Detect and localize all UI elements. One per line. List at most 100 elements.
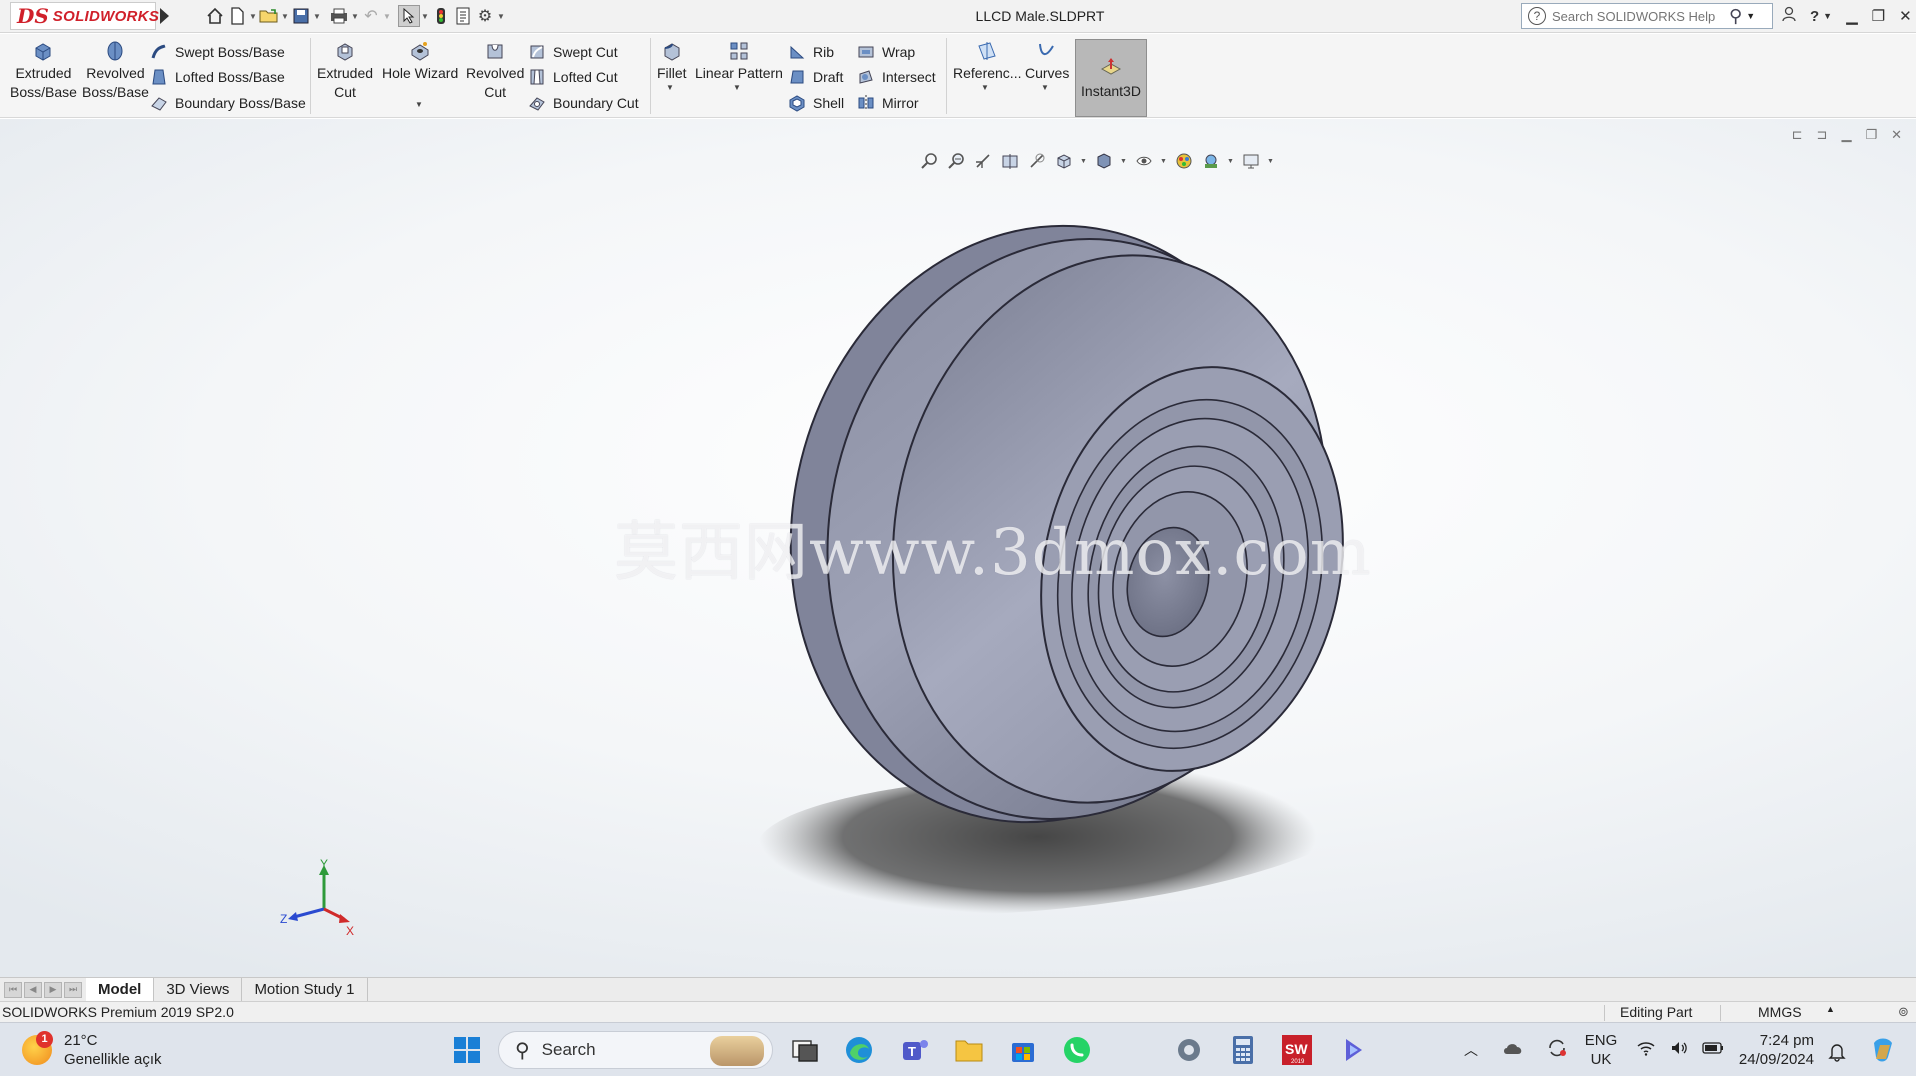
user-account-icon[interactable] [1782, 6, 1796, 26]
home-icon[interactable] [204, 5, 226, 27]
tab-last-icon[interactable]: ⏭ [64, 981, 82, 998]
search-dropdown-chevron-icon[interactable]: ▼ [1746, 11, 1755, 21]
hole-wizard-dropdown-chevron-icon[interactable]: ▼ [415, 100, 423, 109]
units-dropdown-chevron-icon[interactable]: ▲ [1826, 1004, 1835, 1014]
tab-motion-study-1[interactable]: Motion Study 1 [242, 978, 368, 1001]
microsoft-store-icon[interactable] [1006, 1033, 1040, 1067]
open-dropdown-chevron-icon[interactable]: ▼ [280, 12, 290, 21]
fillet-dropdown-chevron-icon[interactable]: ▼ [666, 83, 674, 92]
network-sound-battery[interactable] [1636, 1023, 1724, 1076]
instant3d-button[interactable]: Instant3D [1075, 39, 1147, 117]
solidworks-version-badge: 2019 [1291, 1059, 1305, 1065]
save-dropdown-chevron-icon[interactable]: ▼ [312, 12, 322, 21]
linear-pattern-dropdown-chevron-icon[interactable]: ▼ [733, 83, 741, 92]
help-question-icon[interactable]: ? [1528, 7, 1546, 25]
boundary-cut-button[interactable]: Boundary Cut [528, 92, 639, 114]
taskbar-search-box[interactable]: ⚲ Search [498, 1031, 773, 1069]
extruded-cut-button[interactable]: Extruded Cut [317, 40, 373, 102]
options-gear-icon[interactable]: ⚙ [474, 5, 496, 27]
revolved-boss-button[interactable]: Revolved Boss/Base [82, 40, 149, 102]
extruded-boss-button[interactable]: Extruded Boss/Base [10, 40, 77, 102]
ds-logo-icon: DS [17, 4, 49, 28]
mirror-button[interactable]: Mirror [857, 92, 919, 114]
menu-expand-arrow-icon[interactable] [160, 8, 169, 24]
curves-icon [1039, 43, 1055, 55]
new-dropdown-chevron-icon[interactable]: ▼ [248, 12, 258, 21]
new-document-icon[interactable] [226, 5, 248, 27]
tab-model[interactable]: Model [86, 978, 155, 1001]
fillet-button[interactable]: Fillet [657, 40, 687, 83]
command-manager-ribbon: Extruded Boss/Base Revolved Boss/Base Sw… [0, 34, 1916, 118]
lofted-boss-button[interactable]: Lofted Boss/Base [150, 66, 285, 88]
revolved-cut-button[interactable]: Revolved Cut [466, 40, 524, 102]
restore-icon[interactable]: ❐ [1872, 7, 1885, 25]
draft-button[interactable]: Draft [788, 66, 843, 88]
file-properties-icon[interactable] [452, 5, 474, 27]
wifi-icon [1636, 1040, 1656, 1060]
calculator-icon[interactable] [1226, 1033, 1260, 1067]
wrap-button[interactable]: Wrap [857, 41, 915, 63]
battery-icon [1702, 1041, 1724, 1059]
search-magnifier-icon[interactable]: ⚲ [1729, 6, 1742, 27]
sync-refresh-icon[interactable] [1546, 1038, 1568, 1062]
lofted-cut-button[interactable]: Lofted Cut [528, 66, 618, 88]
undo-dropdown-chevron-icon[interactable]: ▼ [382, 12, 392, 21]
shell-button[interactable]: Shell [788, 92, 844, 114]
settings-gear-icon[interactable] [1172, 1033, 1206, 1067]
linear-pattern-button[interactable]: Linear Pattern [695, 40, 783, 83]
quick-tips-icon[interactable]: ⊚ [1898, 1004, 1909, 1020]
help-question-mark-icon[interactable]: ? [1810, 8, 1819, 25]
options-dropdown-chevron-icon[interactable]: ▼ [496, 12, 506, 21]
reference-geometry-button[interactable]: Referenc... [953, 40, 1021, 83]
tab-3d-views[interactable]: 3D Views [154, 978, 243, 1001]
swept-boss-button[interactable]: Swept Boss/Base [150, 41, 285, 63]
language-indicator[interactable]: ENG UK [1582, 1031, 1620, 1069]
tab-first-icon[interactable]: ⏮ [4, 981, 22, 998]
edge-browser-icon[interactable] [842, 1033, 876, 1067]
rib-button[interactable]: Rib [788, 41, 834, 63]
solidworks-taskbar-icon[interactable]: SW 2019 [1280, 1033, 1314, 1067]
minimize-icon[interactable]: ▁ [1846, 7, 1858, 25]
rebuild-traffic-light-icon[interactable] [430, 5, 452, 27]
system-tray: ︿ [1464, 1023, 1568, 1076]
boundary-boss-button[interactable]: Boundary Boss/Base [150, 92, 306, 114]
tab-prev-icon[interactable]: ◀ [24, 981, 42, 998]
taskbar-search-label: Search [541, 1040, 596, 1059]
reference-dropdown-chevron-icon[interactable]: ▼ [981, 83, 989, 92]
print-icon[interactable] [328, 5, 350, 27]
ribbon-separator [650, 38, 651, 114]
save-icon[interactable] [290, 5, 312, 27]
close-icon[interactable]: ✕ [1899, 7, 1912, 25]
select-dropdown-chevron-icon[interactable]: ▼ [420, 12, 430, 21]
curves-dropdown-chevron-icon[interactable]: ▼ [1041, 83, 1049, 92]
graphics-area[interactable]: ▼ ▼ ▼ ▼ ▼ ⊏ ⊐ ▁ ❐ ✕ 莫西网www.3dmox.com Y Z… [0, 119, 1916, 977]
unit-system-selector[interactable]: MMGS [1758, 1004, 1802, 1020]
intersect-button[interactable]: Intersect [857, 66, 936, 88]
task-view-icon[interactable] [788, 1033, 822, 1067]
open-folder-icon[interactable] [258, 5, 280, 27]
undo-icon[interactable]: ↶ [360, 5, 382, 27]
file-explorer-icon[interactable] [952, 1033, 986, 1067]
hole-wizard-button[interactable]: Hole Wizard [382, 40, 458, 83]
help-dropdown-chevron-icon[interactable]: ▼ [1823, 11, 1832, 21]
show-hidden-icons-chevron-icon[interactable]: ︿ [1464, 1040, 1478, 1060]
weather-widget[interactable]: 1 21°C Genellikle açık [22, 1031, 162, 1069]
solidworks-logo[interactable]: DS SOLIDWORKS [10, 2, 159, 30]
help-search-input[interactable] [1552, 8, 1727, 24]
copilot-icon[interactable] [1866, 1033, 1900, 1067]
taskbar-clock[interactable]: 7:24 pm 24/09/2024 [1736, 1031, 1814, 1069]
title-bar: DS SOLIDWORKS ▼ ▼ ▼ ▼ ↶ ▼ ▼ ⚙ ▼ LLCD Mal… [0, 0, 1916, 33]
whatsapp-icon[interactable] [1060, 1033, 1094, 1067]
copilot-app-icon[interactable] [1336, 1033, 1370, 1067]
notification-bell-icon[interactable] [1820, 1035, 1854, 1069]
tab-next-icon[interactable]: ▶ [44, 981, 62, 998]
print-dropdown-chevron-icon[interactable]: ▼ [350, 12, 360, 21]
teams-icon[interactable]: T [898, 1033, 932, 1067]
clock-time: 7:24 pm [1759, 1032, 1814, 1049]
swept-cut-button[interactable]: Swept Cut [528, 41, 618, 63]
curves-button[interactable]: Curves [1025, 40, 1069, 83]
select-cursor-icon[interactable] [398, 5, 420, 27]
onedrive-cloud-icon[interactable] [1502, 1041, 1524, 1059]
windows-start-icon[interactable] [450, 1033, 484, 1067]
help-search-box[interactable]: ? ⚲ ▼ [1521, 3, 1773, 29]
